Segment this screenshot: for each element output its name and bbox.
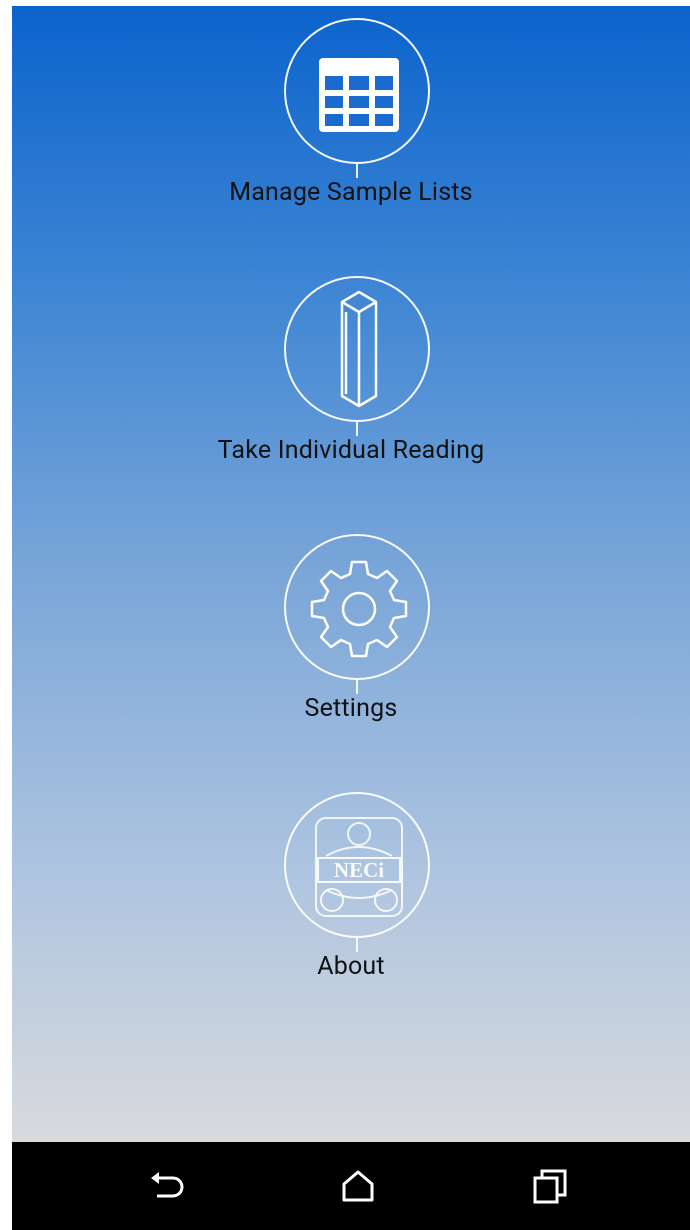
menu-label-take-individual-reading: Take Individual Reading — [217, 436, 485, 465]
cuvette-icon — [340, 290, 378, 408]
table-grid-icon — [319, 58, 399, 132]
menu-icon-circle — [284, 276, 430, 422]
neci-logo-text: NECi — [334, 858, 384, 882]
neci-logo-icon: NECi — [315, 817, 403, 917]
back-button[interactable] — [145, 1164, 189, 1208]
app-screen: Manage Sample Lists Take Individual Read… — [12, 6, 690, 1230]
menu-label-manage-sample-lists: Manage Sample Lists — [229, 178, 473, 207]
menu-connector — [356, 680, 358, 694]
menu-item-manage-sample-lists[interactable]: Manage Sample Lists — [12, 18, 690, 248]
menu-item-take-individual-reading[interactable]: Take Individual Reading — [12, 276, 690, 506]
menu-icon-circle: NECi — [284, 792, 430, 938]
recents-button[interactable] — [528, 1164, 572, 1208]
menu-icon-circle — [284, 18, 430, 164]
recents-icon — [533, 1169, 567, 1204]
menu-item-about[interactable]: NECi About — [12, 792, 690, 1022]
menu-connector — [356, 938, 358, 952]
menu-connector — [356, 422, 358, 436]
home-icon — [342, 1170, 374, 1202]
menu-label-about: About — [317, 952, 385, 981]
menu-connector — [356, 164, 358, 178]
back-icon — [151, 1172, 184, 1198]
menu-icon-circle — [284, 534, 430, 680]
gear-icon — [310, 560, 408, 658]
menu-label-settings: Settings — [304, 694, 398, 723]
system-navigation-bar — [12, 1142, 690, 1230]
menu-item-settings[interactable]: Settings — [12, 534, 690, 764]
home-button[interactable] — [336, 1164, 380, 1208]
main-menu: Manage Sample Lists Take Individual Read… — [12, 6, 690, 1142]
